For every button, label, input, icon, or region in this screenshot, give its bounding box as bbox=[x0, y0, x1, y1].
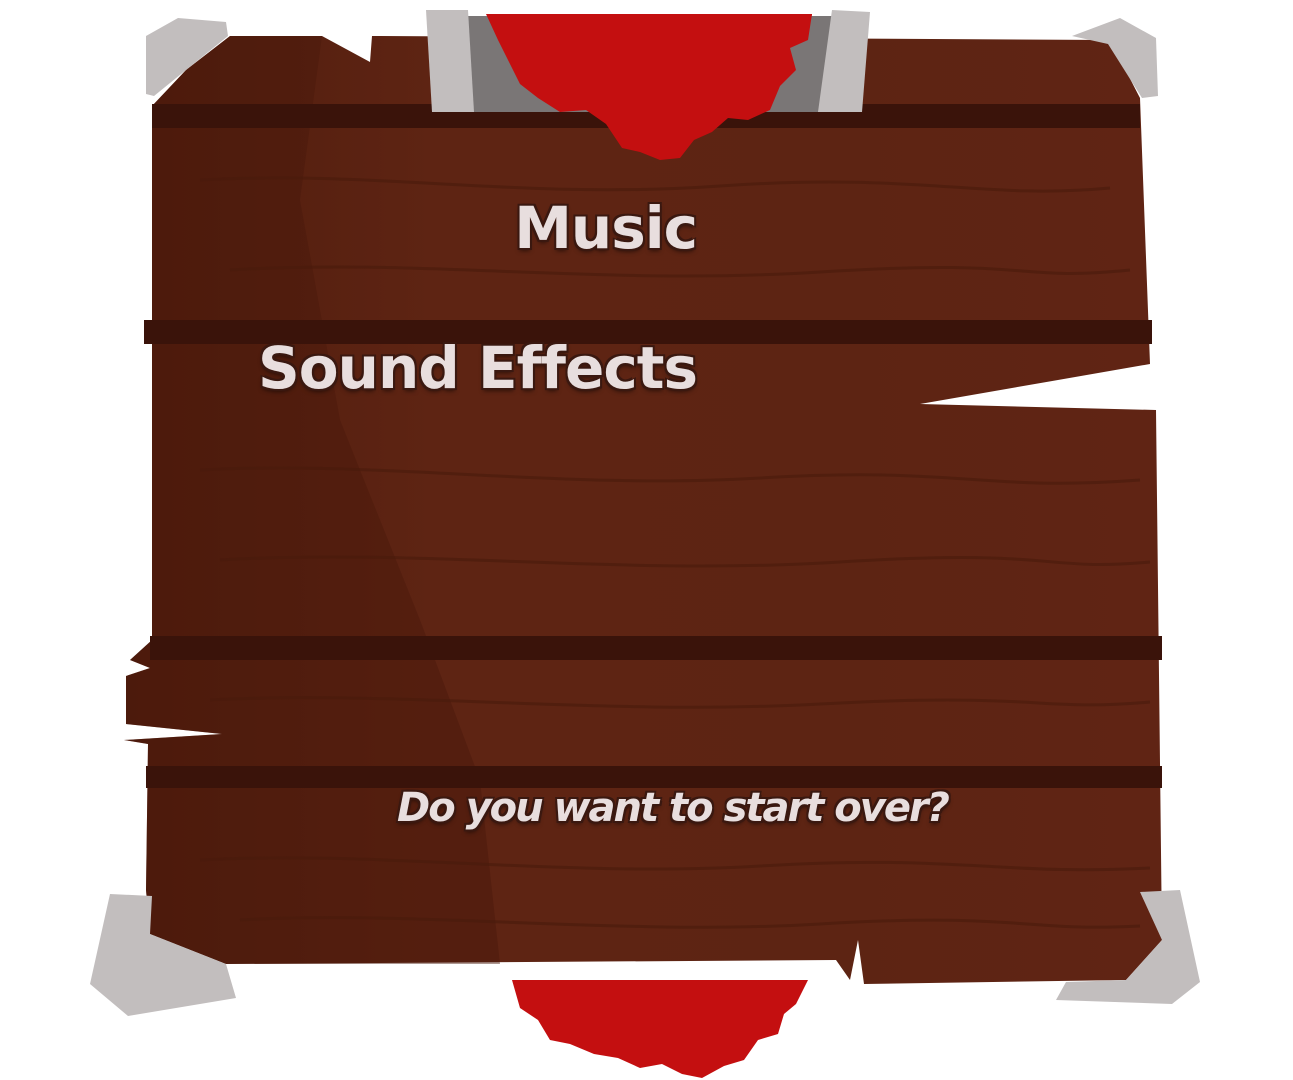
bottom-banner bbox=[512, 980, 808, 1078]
settings-board-artwork bbox=[90, 10, 1200, 1078]
music-option[interactable]: Music bbox=[514, 188, 698, 268]
restart-prompt-text[interactable]: Do you want to start over? bbox=[397, 778, 950, 838]
sound-effects-option[interactable]: Sound Effects bbox=[258, 328, 698, 408]
